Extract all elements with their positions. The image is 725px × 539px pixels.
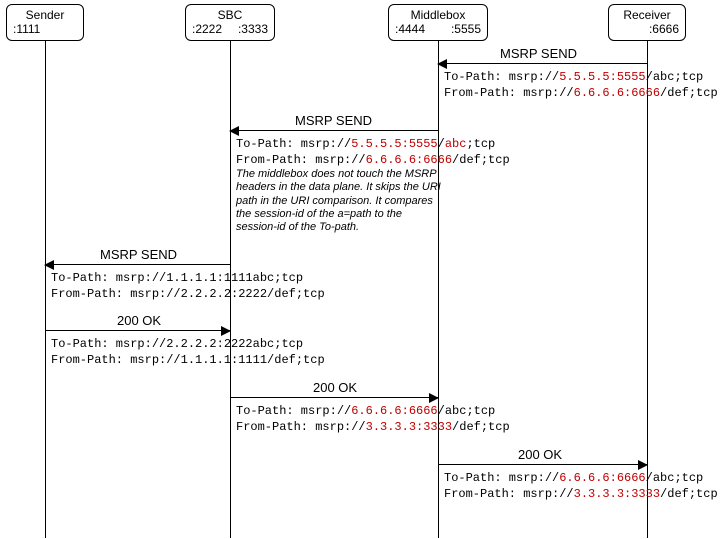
participant-addr: :2222 [192,22,222,36]
msg2-body: To-Path: msrp://5.5.5.5:5555/abc;tcp Fro… [236,137,510,234]
msg4-arrow [45,330,230,331]
msg3-arrow [45,264,230,265]
participant-sender: Sender :1111 [6,4,84,41]
msg6-arrow [438,464,647,465]
msg5-label: 200 OK [313,380,357,395]
msg1-arrow [438,63,647,64]
msg2-arrow [230,130,438,131]
msg4-label: 200 OK [117,313,161,328]
msg1-label: MSRP SEND [500,46,577,61]
participant-addr: :4444 [395,22,425,36]
msg1-body: To-Path: msrp://5.5.5.5:5555/abc;tcp Fro… [444,70,718,101]
msg6-label: 200 OK [518,447,562,462]
participant-title: SBC [192,8,268,22]
participant-addr: :6666 [649,22,679,36]
msg2-label: MSRP SEND [295,113,372,128]
msg4-body: To-Path: msrp://2.2.2.2:2222abc;tcp From… [51,337,325,368]
lifeline-sender [45,40,46,538]
msg5-body: To-Path: msrp://6.6.6.6:6666/abc;tcp Fro… [236,404,510,435]
msg6-body: To-Path: msrp://6.6.6.6:6666/abc;tcp Fro… [444,471,718,502]
participant-title: Receiver [615,8,679,22]
participant-sbc: SBC :2222:3333 [185,4,275,41]
participant-addr: :1111 [13,22,40,36]
msg5-arrow [230,397,438,398]
participant-middlebox: Middlebox :4444:5555 [388,4,488,41]
participant-title: Middlebox [395,8,481,22]
msg3-body: To-Path: msrp://1.1.1.1:1111abc;tcp From… [51,271,325,302]
sequence-diagram: Sender :1111 SBC :2222:3333 Middlebox :4… [0,0,725,539]
msg3-label: MSRP SEND [100,247,177,262]
middlebox-note: The middlebox does not touch the MSRP he… [236,168,446,234]
participant-receiver: Receiver :6666 [608,4,686,41]
participant-title: Sender [13,8,77,22]
